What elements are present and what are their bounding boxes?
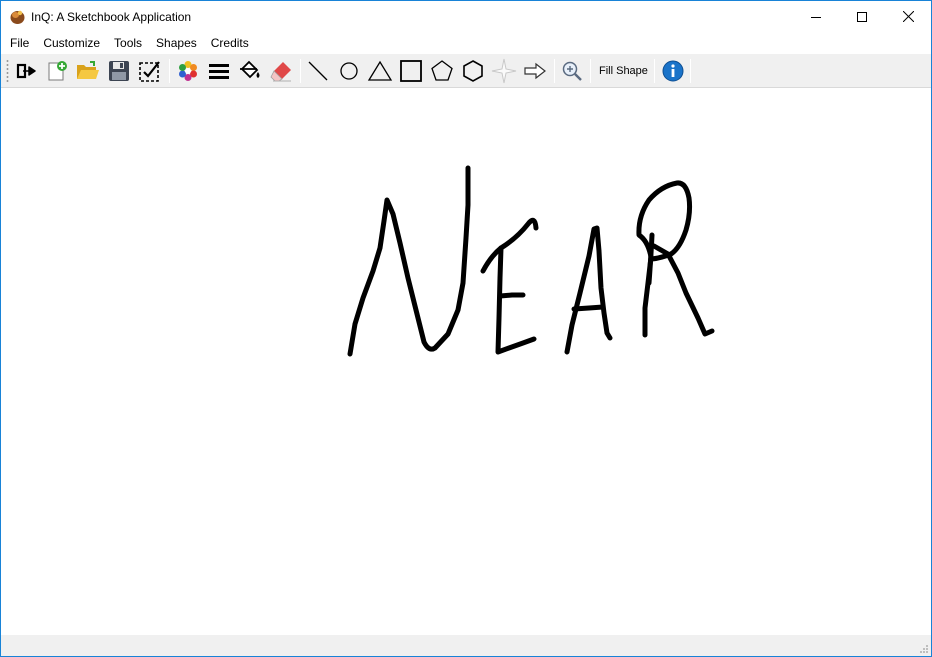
sketch-letter-e-stem xyxy=(495,245,537,355)
zoom-in-button[interactable] xyxy=(559,58,585,84)
save-button[interactable] xyxy=(106,58,132,84)
close-icon xyxy=(902,11,914,22)
menu-bar: File Customize Tools Shapes Credits xyxy=(1,32,931,54)
maximize-icon xyxy=(857,11,867,22)
sketch-letter-r-left xyxy=(646,232,655,286)
drawing-canvas[interactable] xyxy=(1,88,931,635)
pentagon-shape-button[interactable] xyxy=(429,58,455,84)
maximize-button[interactable] xyxy=(839,1,885,32)
triangle-shape-button[interactable] xyxy=(367,58,393,84)
sketch-letter-e-middle xyxy=(497,292,526,299)
info-button[interactable] xyxy=(660,58,686,84)
zoom-in-icon xyxy=(562,61,582,81)
app-window: InQ: A Sketchbook Application File Custo… xyxy=(0,0,932,657)
star-shape-button[interactable] xyxy=(491,58,517,84)
minimize-button[interactable] xyxy=(793,1,839,32)
exit-icon xyxy=(16,63,36,79)
menu-shapes[interactable]: Shapes xyxy=(149,32,204,54)
line-shape-icon xyxy=(308,61,328,81)
triangle-shape-icon xyxy=(367,60,393,81)
status-bar xyxy=(1,635,931,656)
star-shape-icon xyxy=(491,58,517,84)
resize-grip-icon[interactable] xyxy=(919,644,929,654)
toolbar-separator xyxy=(554,59,555,83)
select-region-button[interactable] xyxy=(137,58,163,84)
title-bar[interactable]: InQ: A Sketchbook Application xyxy=(1,1,931,32)
minimize-icon xyxy=(811,16,821,18)
line-width-icon xyxy=(209,64,229,79)
menu-file[interactable]: File xyxy=(3,32,36,54)
circle-shape-icon xyxy=(340,62,358,80)
hexagon-shape-icon xyxy=(463,60,483,82)
color-palette-icon xyxy=(179,61,197,81)
eraser-button[interactable] xyxy=(268,58,294,84)
close-button[interactable] xyxy=(885,1,931,32)
sketch-letter-a-bar xyxy=(571,304,606,312)
save-icon xyxy=(109,61,129,81)
eraser-icon xyxy=(270,62,291,82)
toolbar-separator xyxy=(300,59,301,83)
fill-shape-button[interactable]: Fill Shape xyxy=(594,58,653,84)
sketch-letter-r xyxy=(636,180,693,338)
toolbar-separator xyxy=(169,59,170,83)
circle-shape-button[interactable] xyxy=(336,58,362,84)
sketch-letter-n xyxy=(347,165,471,357)
new-file-icon xyxy=(48,61,67,81)
sketch-letter-a xyxy=(564,225,613,355)
sketch-layer xyxy=(347,165,715,357)
open-folder-button[interactable] xyxy=(75,58,101,84)
open-folder-icon xyxy=(77,61,99,79)
arrow-shape-button[interactable] xyxy=(522,58,548,84)
menu-tools[interactable]: Tools xyxy=(107,32,149,54)
sketch-letter-e xyxy=(480,217,539,274)
toolbar-separator xyxy=(654,59,655,83)
hexagon-shape-button[interactable] xyxy=(460,58,486,84)
select-region-icon xyxy=(139,61,160,82)
fill-bucket-icon xyxy=(240,60,260,79)
arrow-shape-icon xyxy=(524,62,546,80)
exit-button[interactable] xyxy=(13,58,39,84)
new-file-button[interactable] xyxy=(44,58,70,84)
menu-customize[interactable]: Customize xyxy=(36,32,107,54)
square-shape-button[interactable] xyxy=(398,58,424,84)
line-shape-button[interactable] xyxy=(305,58,331,84)
toolbar-separator xyxy=(690,59,691,83)
toolbar-grip[interactable] xyxy=(6,59,9,83)
pentagon-shape-icon xyxy=(431,60,453,81)
color-palette-button[interactable] xyxy=(175,58,201,84)
square-shape-icon xyxy=(400,60,422,82)
line-width-button[interactable] xyxy=(206,58,232,84)
inq-app-icon xyxy=(10,10,25,24)
window-title: InQ: A Sketchbook Application xyxy=(31,10,192,24)
fill-bucket-button[interactable] xyxy=(237,58,263,84)
toolbar-separator xyxy=(590,59,591,83)
menu-credits[interactable]: Credits xyxy=(204,32,256,54)
toolbar: Fill Shape xyxy=(1,54,931,88)
info-icon xyxy=(662,60,684,82)
